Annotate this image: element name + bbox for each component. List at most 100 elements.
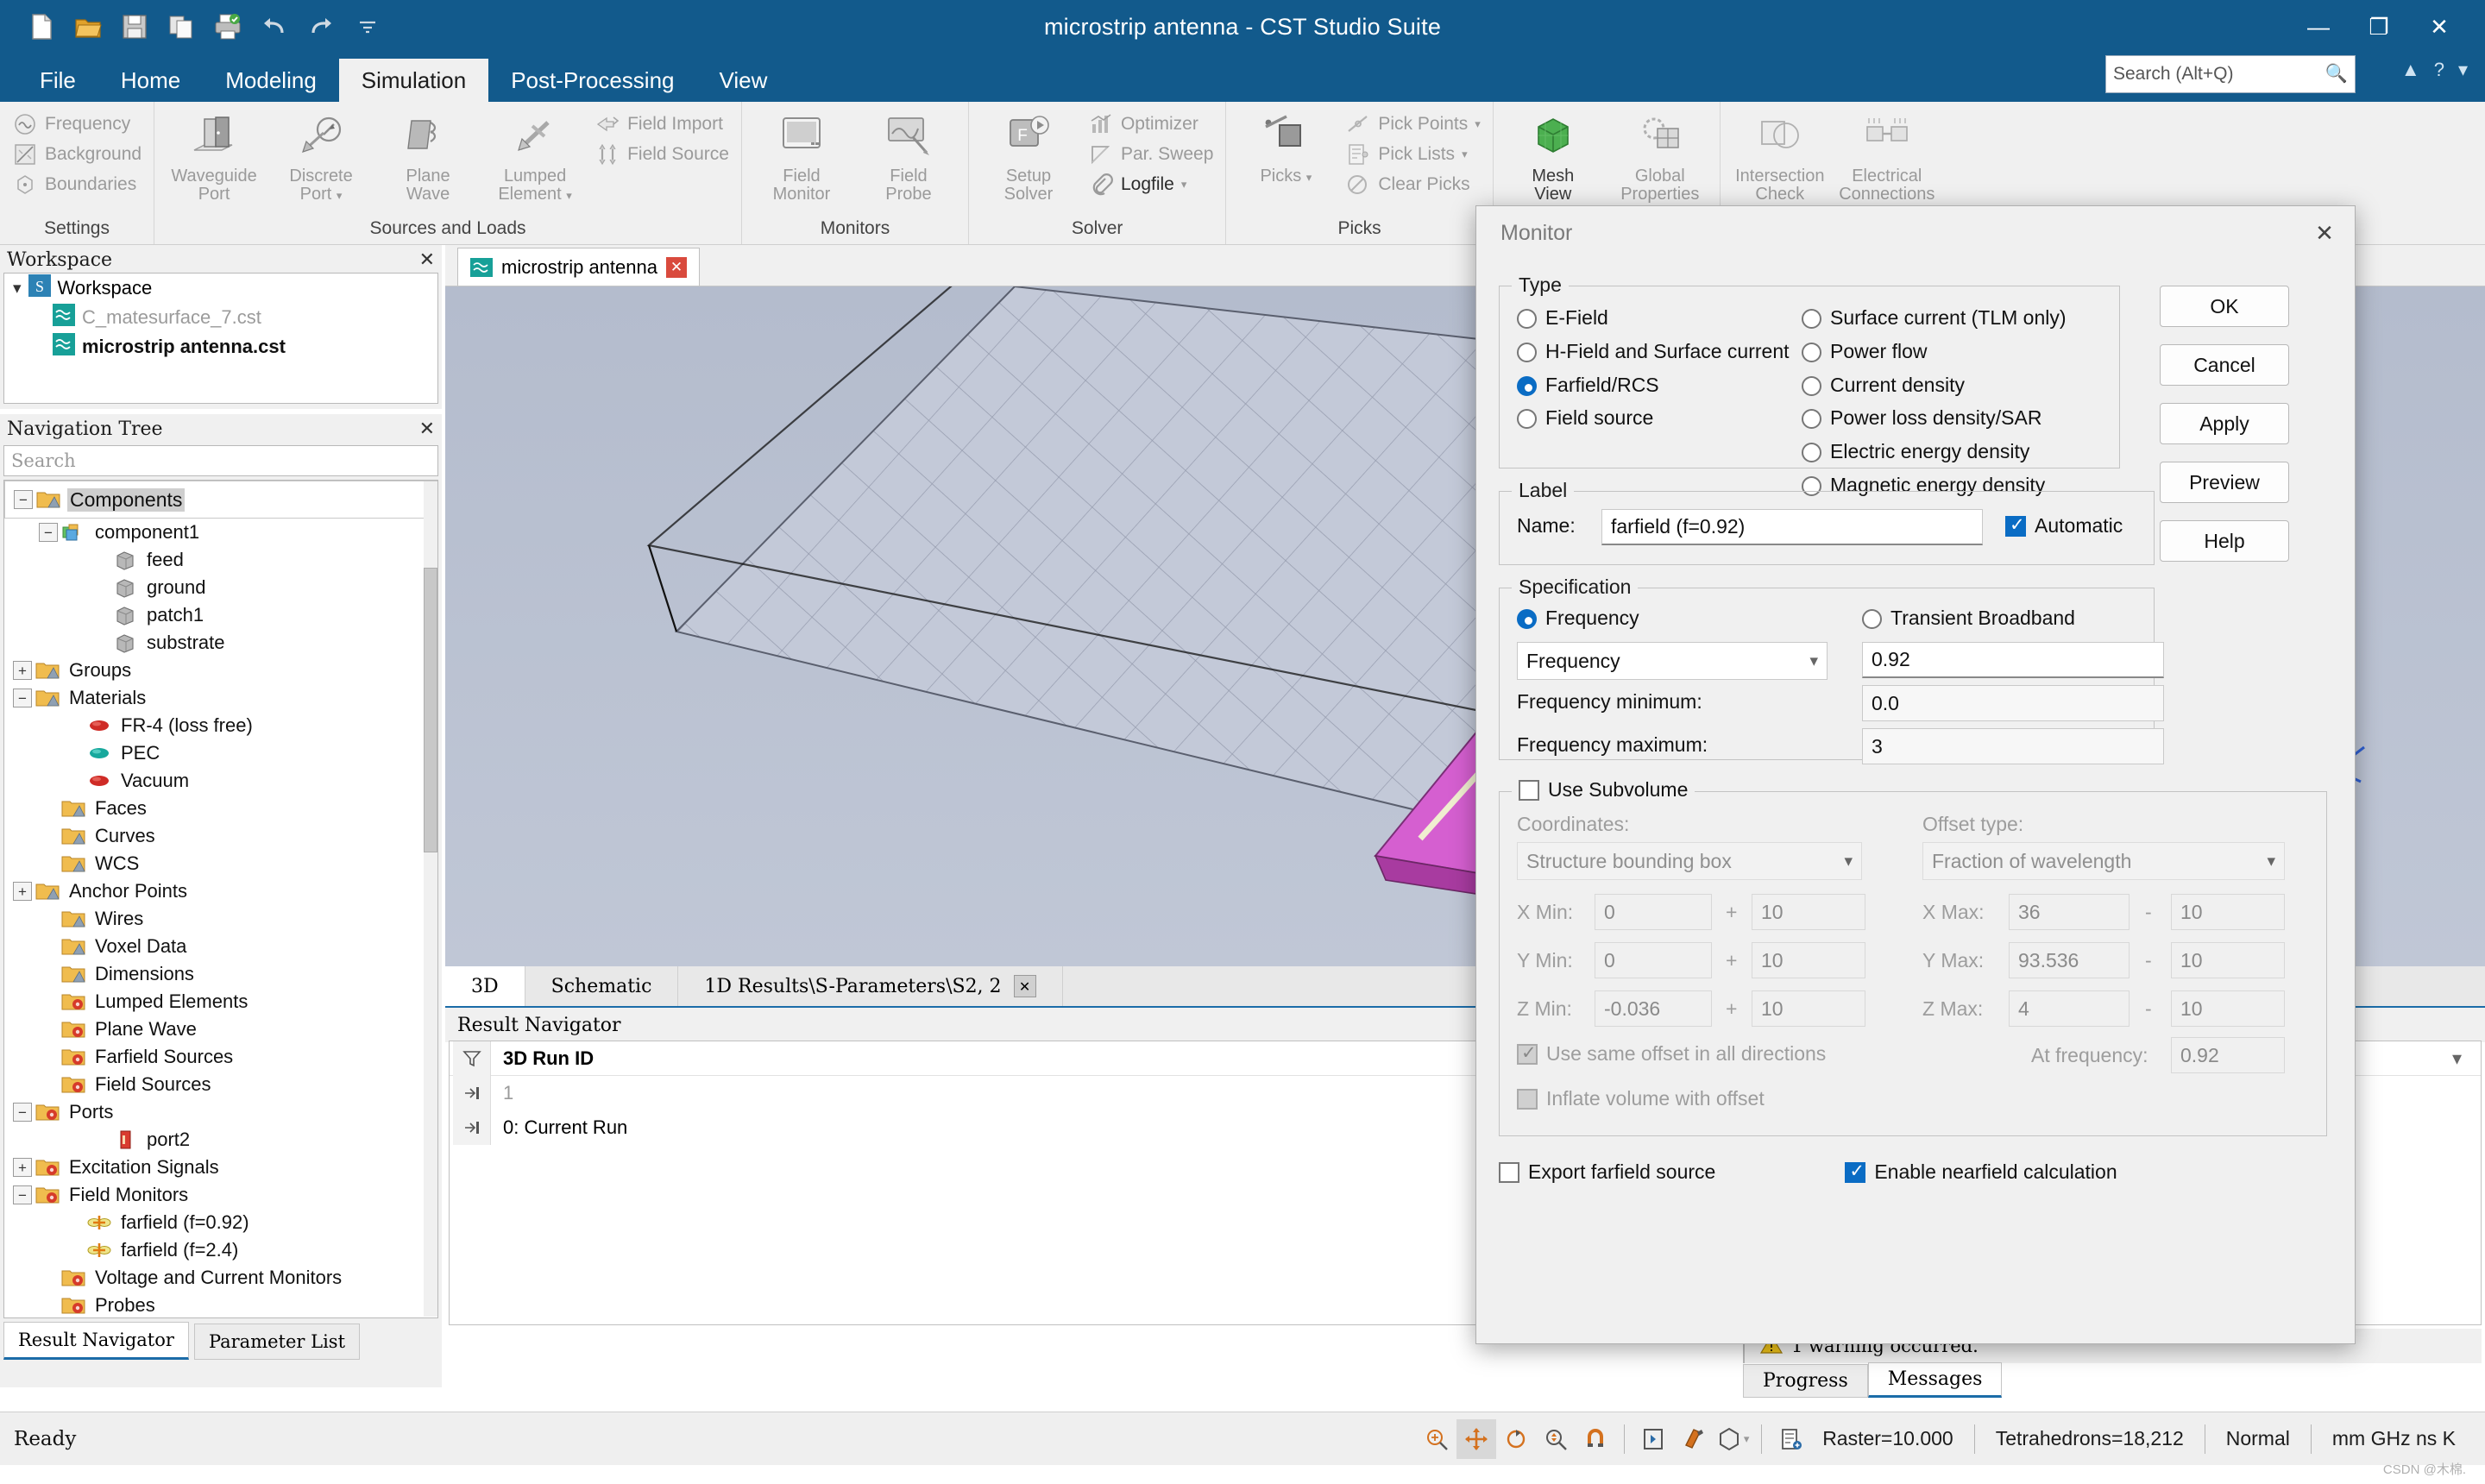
tree-node-field-sources[interactable]: Field Sources <box>4 1071 437 1098</box>
tree-node-plane-wave[interactable]: Plane Wave <box>4 1016 437 1043</box>
ribbon-tab-file[interactable]: File <box>17 59 98 102</box>
ribbon-tab-simulation[interactable]: Simulation <box>339 59 488 102</box>
tree-node-patch1[interactable]: patch1 <box>4 601 437 629</box>
tree-node-field-monitors[interactable]: −Field Monitors <box>4 1181 437 1209</box>
expand-icon[interactable]: + <box>13 661 32 680</box>
ribbon-button-discrete-port[interactable]: DiscretePort ▾ <box>270 107 372 204</box>
tree-node-excitation-signals[interactable]: +Excitation Signals <box>4 1154 437 1181</box>
ribbon-button-setup-solver[interactable]: FSetupSolver <box>978 107 1079 204</box>
view-box-icon[interactable]: ▾ <box>1713 1419 1752 1459</box>
view-tab-schematic[interactable]: Schematic <box>525 966 679 1006</box>
radio-transient-broadband[interactable]: Transient Broadband <box>1862 606 2075 631</box>
frequency-value-input[interactable]: 0.92 <box>1862 642 2164 678</box>
ribbon-button-pick-points[interactable]: Pick Points▾ <box>1342 110 1483 138</box>
chevron-down-icon[interactable]: ▾ <box>1462 148 1468 161</box>
ribbon-button-mesh-view[interactable]: MeshView <box>1502 107 1604 204</box>
radio-power-loss-density-sar[interactable]: Power loss density/SAR <box>1802 406 2112 431</box>
tree-scrollbar-thumb[interactable] <box>424 568 437 852</box>
y-min-offset-input[interactable]: 10 <box>1752 942 1865 978</box>
collapse-icon[interactable]: − <box>13 1103 32 1122</box>
tree-node-farfield-f-2-4-[interactable]: farfield (f=2.4) <box>4 1236 437 1264</box>
close-icon[interactable]: ✕ <box>419 249 435 271</box>
frequency-maximum-input[interactable]: 3 <box>1862 728 2164 764</box>
tree-node-pec[interactable]: PEC <box>4 739 437 767</box>
tree-node-curves[interactable]: Curves <box>4 822 437 850</box>
tree-node-probes[interactable]: Probes <box>4 1292 437 1318</box>
ribbon-button-field-source[interactable]: Field Source <box>591 141 733 168</box>
view-tab-3d[interactable]: 3D <box>445 966 525 1006</box>
frequency-minimum-input[interactable]: 0.0 <box>1862 685 2164 721</box>
same-offset-checkbox[interactable]: Use same offset in all directions <box>1517 1042 1826 1066</box>
collapse-icon[interactable]: − <box>14 490 33 509</box>
redo-icon[interactable] <box>304 9 338 44</box>
at-frequency-input[interactable]: 0.92 <box>2171 1037 2285 1073</box>
print-icon[interactable] <box>211 9 245 44</box>
ribbon-tab-home[interactable]: Home <box>98 59 203 102</box>
tree-node-substrate[interactable]: substrate <box>4 629 437 657</box>
expand-icon[interactable]: + <box>13 882 32 901</box>
tree-node-ground[interactable]: ground <box>4 574 437 601</box>
collapse-icon[interactable]: − <box>39 523 58 542</box>
tree-node-voltage-and-current-monitors[interactable]: Voltage and Current Monitors <box>4 1264 437 1292</box>
customize-icon[interactable] <box>350 9 385 44</box>
tree-node-port2[interactable]: port2 <box>4 1126 437 1154</box>
bottom-tab-progress[interactable]: Progress <box>1743 1364 1868 1398</box>
ribbon-button-electrical-connections[interactable]: ElectricalConnections <box>1836 107 1938 204</box>
radio-electric-energy-density[interactable]: Electric energy density <box>1802 439 2112 464</box>
ribbon-button-logfile[interactable]: Logfile▾ <box>1085 171 1217 198</box>
chevron-down-icon[interactable]: ▾ <box>13 279 22 299</box>
view-tab-1d-results-s-parameters-s2-2[interactable]: 1D Results\S-Parameters\S2, 2✕ <box>678 966 1062 1006</box>
radio-h-field-surface-current[interactable]: H-Field and Surface current <box>1517 339 1802 364</box>
y-max-offset-input[interactable]: 10 <box>2171 942 2285 978</box>
tree-node-components[interactable]: −Components <box>4 481 437 519</box>
workspace-file-row[interactable]: C_matesurface_7.cst <box>4 303 437 332</box>
tree-node-anchor-points[interactable]: +Anchor Points <box>4 877 437 905</box>
tree-node-voxel-data[interactable]: Voxel Data <box>4 933 437 960</box>
collapse-icon[interactable]: − <box>13 1185 32 1204</box>
cut-plane-icon[interactable] <box>1673 1419 1713 1459</box>
help-icon[interactable]: ? <box>2434 59 2444 81</box>
offset-type-select[interactable]: Fraction of wavelength ▾ <box>1922 842 2285 880</box>
ribbon-button-intersection-check[interactable]: IntersectionCheck <box>1729 107 1831 204</box>
ribbon-button-optimizer[interactable]: Optimizer <box>1085 110 1217 138</box>
x-max-offset-input[interactable]: 10 <box>2171 894 2285 930</box>
workspace-root-row[interactable]: ▾ S Workspace <box>4 274 437 303</box>
tree-node-ports[interactable]: −Ports <box>4 1098 437 1126</box>
ribbon-button-clear-picks[interactable]: Clear Picks <box>1342 171 1483 198</box>
tree-node-groups[interactable]: +Groups <box>4 657 437 684</box>
radio-current-density[interactable]: Current density <box>1802 373 2112 398</box>
tree-scrollbar[interactable] <box>424 481 437 1317</box>
cancel-button[interactable]: Cancel <box>2160 344 2289 386</box>
radio-frequency[interactable]: Frequency <box>1517 606 1639 631</box>
tree-node-wcs[interactable]: WCS <box>4 850 437 877</box>
magnet-icon[interactable] <box>1576 1419 1615 1459</box>
minimize-button[interactable]: — <box>2288 0 2349 53</box>
monitor-name-input[interactable]: farfield (f=0.92) <box>1601 509 1983 545</box>
tree-node-component1[interactable]: −component1 <box>4 519 437 546</box>
ok-button[interactable]: OK <box>2160 286 2289 327</box>
document-tab[interactable]: microstrip antenna ✕ <box>457 248 700 286</box>
measure-icon[interactable] <box>1771 1419 1810 1459</box>
z-min-offset-input[interactable]: 10 <box>1752 990 1865 1027</box>
pan-icon[interactable] <box>1456 1419 1496 1459</box>
close-button[interactable]: ✕ <box>2409 0 2469 53</box>
inflate-volume-checkbox[interactable]: Inflate volume with offset <box>1517 1087 1765 1110</box>
ribbon-tab-view[interactable]: View <box>697 59 790 102</box>
copy-icon[interactable] <box>164 9 198 44</box>
tree-node-dimensions[interactable]: Dimensions <box>4 960 437 988</box>
ribbon-button-background[interactable]: Background <box>9 141 145 168</box>
coordinates-select[interactable]: Structure bounding box ▾ <box>1517 842 1862 880</box>
tree-node-feed[interactable]: feed <box>4 546 437 574</box>
tree-node-lumped-elements[interactable]: Lumped Elements <box>4 988 437 1016</box>
close-icon[interactable]: ✕ <box>2305 215 2344 251</box>
ribbon-button-picks[interactable]: Picks ▾ <box>1235 107 1337 186</box>
ribbon-button-boundaries[interactable]: Boundaries <box>9 171 145 198</box>
radio-e-field[interactable]: E-Field <box>1517 305 1802 330</box>
fit-view-icon[interactable] <box>1633 1419 1673 1459</box>
chevron-down-icon[interactable]: ▾ <box>2458 59 2468 81</box>
use-subvolume-checkbox[interactable]: Use Subvolume <box>1512 778 1695 802</box>
tree-node-materials[interactable]: −Materials <box>4 684 437 712</box>
search-icon[interactable]: 🔍 <box>2325 64 2348 85</box>
tree-node-farfield-f-0-92-[interactable]: farfield (f=0.92) <box>4 1209 437 1236</box>
ribbon-button-par-sweep[interactable]: Par. Sweep <box>1085 141 1217 168</box>
